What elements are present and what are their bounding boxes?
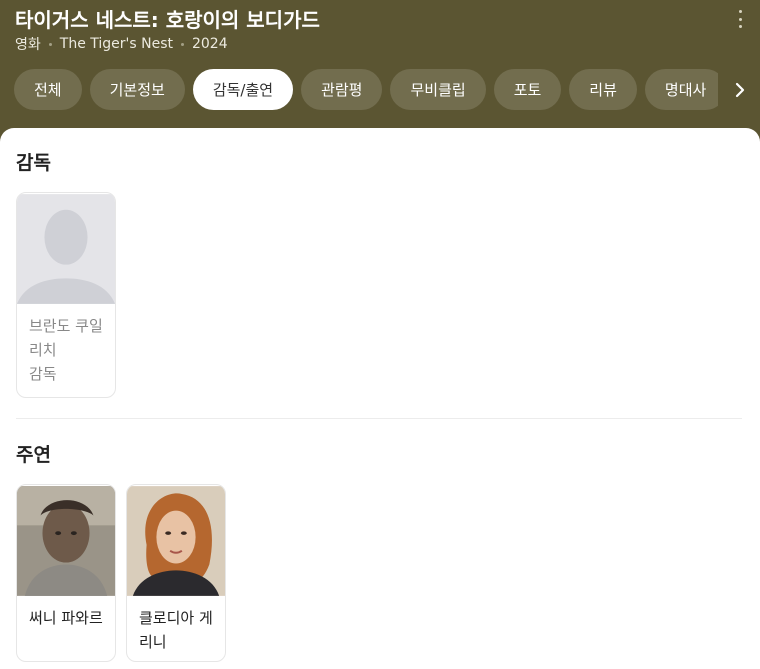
subtitle: 영화 The Tiger's Nest 2024: [15, 34, 228, 54]
tab-ratings[interactable]: 관람평: [301, 69, 383, 110]
release-year: 2024: [191, 36, 228, 52]
original-title: The Tiger's Nest: [59, 36, 173, 52]
tab-movie-clips[interactable]: 무비클립: [390, 69, 486, 110]
person-photo: [17, 486, 115, 596]
person-photo: [127, 486, 225, 596]
section-title-director: 감독: [16, 152, 51, 174]
tab-famous-lines[interactable]: 명대사: [644, 69, 718, 110]
separator-dot: [48, 42, 52, 46]
page-title: 타이거스 네스트: 호랑이의 보디가드: [15, 8, 320, 32]
tab-reviews[interactable]: 리뷰: [569, 69, 637, 110]
person-role: 감독: [29, 365, 57, 383]
person-card[interactable]: 브란도 쿠일리치 감독: [16, 192, 116, 398]
person-silhouette-icon: [17, 194, 115, 304]
person-name: 클로디아 게리니: [139, 609, 213, 651]
person-card[interactable]: 클로디아 게리니: [126, 484, 226, 662]
person-name: 써니 파와르: [29, 609, 103, 627]
tab-all[interactable]: 전체: [14, 69, 82, 110]
header: 타이거스 네스트: 호랑이의 보디가드 영화 The Tiger's Nest …: [0, 0, 760, 140]
more-vertical-icon[interactable]: [732, 10, 748, 28]
chevron-right-icon[interactable]: [728, 78, 752, 102]
person-name: 브란도 쿠일리치: [29, 317, 103, 359]
section-divider: [16, 418, 742, 419]
tab-bar: 전체 기본정보 감독/출연 관람평 무비클립 포토 리뷰 명대사: [0, 69, 718, 111]
section-title-cast: 주연: [16, 444, 51, 466]
person-card[interactable]: 써니 파와르: [16, 484, 116, 662]
separator-dot: [180, 42, 184, 46]
tab-photos[interactable]: 포토: [493, 69, 562, 110]
category-label: 영화: [15, 37, 41, 53]
main-content: 감독 브란도 쿠일리치 감독 주연 써니 파와르 클로디아 게리니: [0, 128, 760, 669]
tab-basic-info[interactable]: 기본정보: [89, 69, 185, 110]
tab-director-cast[interactable]: 감독/출연: [192, 69, 294, 110]
